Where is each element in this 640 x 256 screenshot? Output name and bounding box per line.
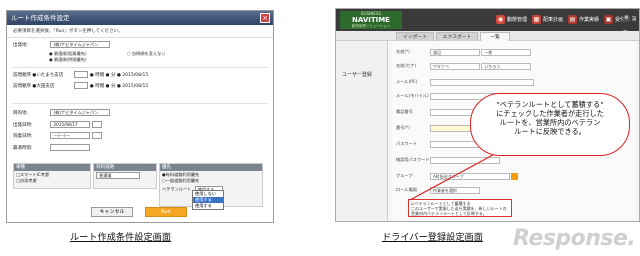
callout-bubble: "ベテランルートとして蓄積する" にチェックした作業者が走行した ルートを、営業… [470, 93, 630, 156]
caption-left: ルート作成条件設定画面 [70, 232, 172, 243]
caption-right: ドライバー登録設定画面 [382, 232, 483, 243]
response-watermark: Response. [513, 226, 636, 251]
